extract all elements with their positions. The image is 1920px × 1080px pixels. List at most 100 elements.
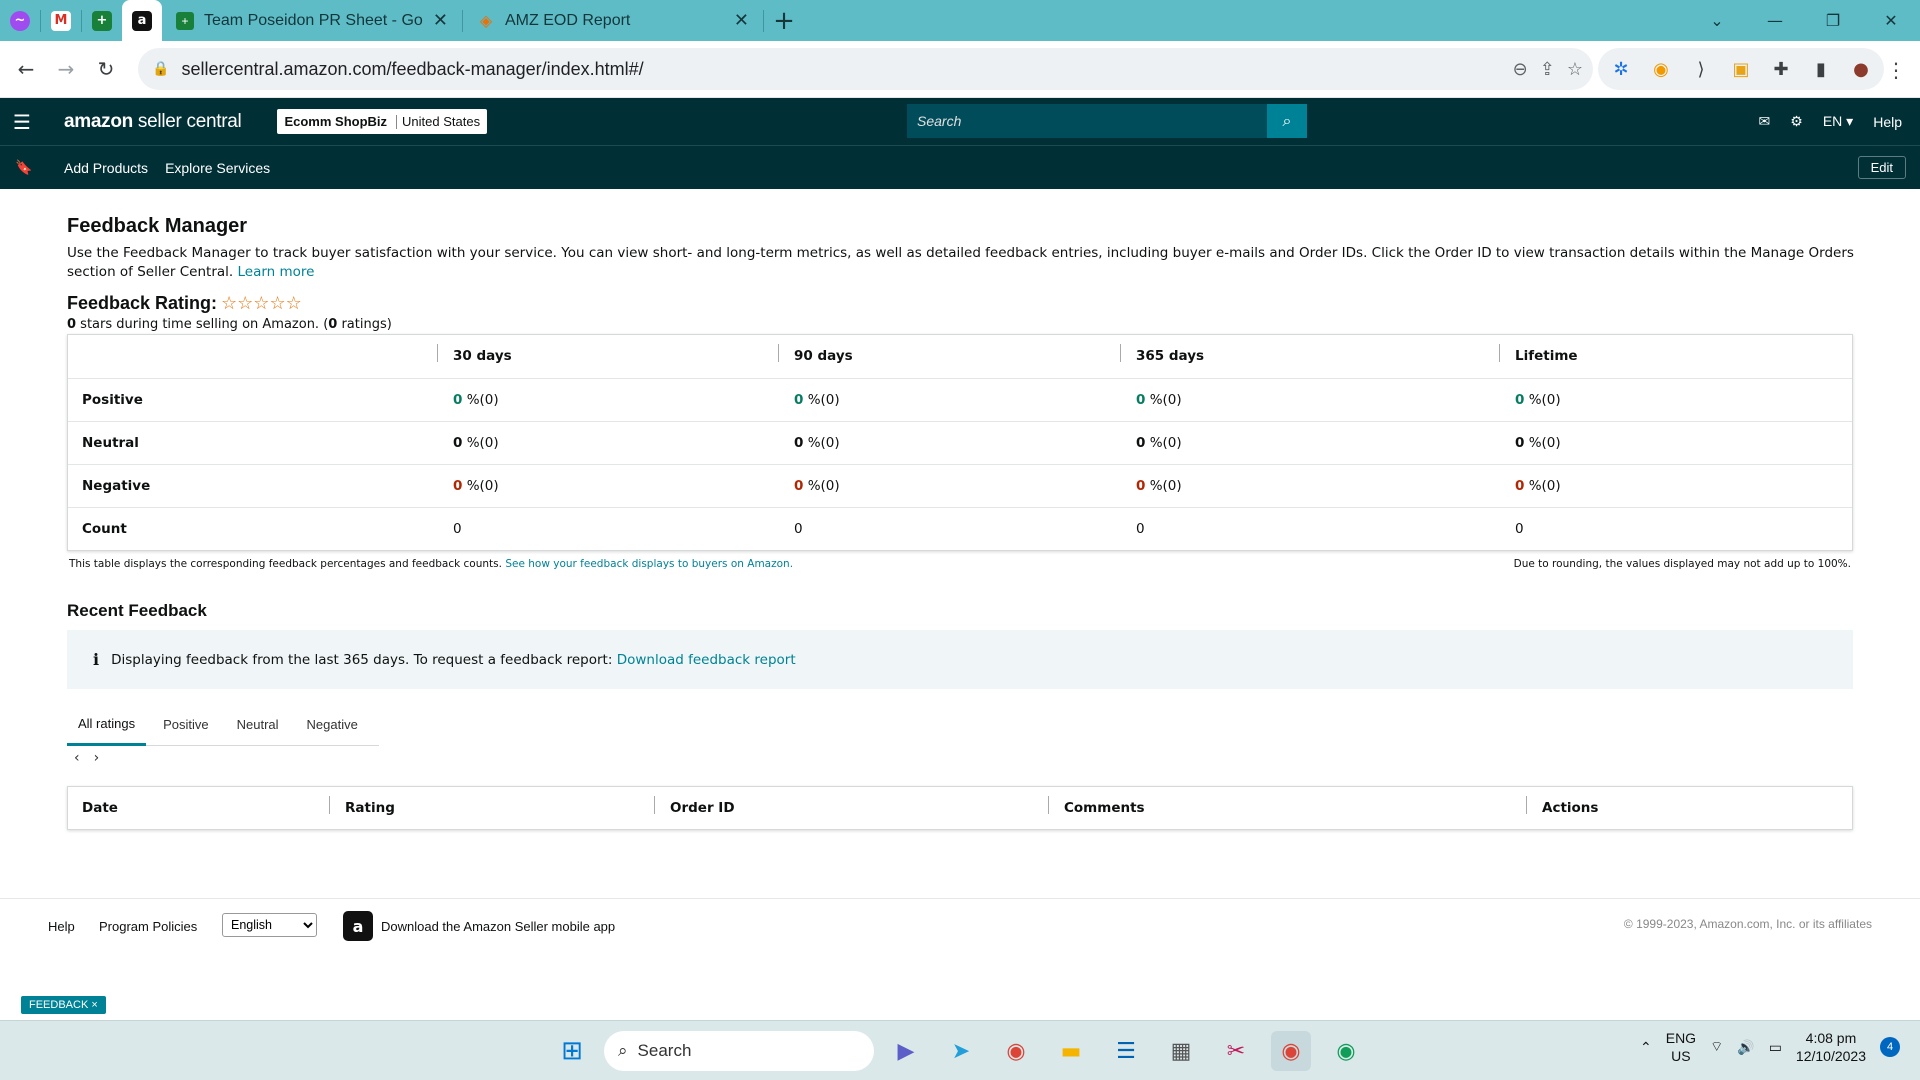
pinned-tab-messenger[interactable]: ~ (0, 0, 40, 41)
seller-central-logo[interactable]: amazon seller central (64, 111, 242, 133)
chevron-left-icon[interactable]: ‹ (74, 750, 80, 766)
tab-separator (763, 9, 764, 32)
search-input[interactable] (907, 104, 1267, 138)
extension-icon[interactable]: ✲ (1608, 59, 1634, 80)
url-text[interactable]: sellercentral.amazon.com/feedback-manage… (181, 59, 643, 80)
chrome-profile-icon[interactable]: ◉ (1271, 1031, 1311, 1071)
share-icon[interactable]: ⇪ (1540, 59, 1555, 80)
metric-value: 0 (1136, 478, 1146, 494)
explore-services-link[interactable]: Explore Services (165, 160, 270, 176)
pinned-tab-gmail[interactable]: M (41, 0, 81, 41)
feedback-display-link[interactable]: See how your feedback displays to buyers… (505, 558, 793, 570)
clock[interactable]: 4:08 pm 12/10/2023 (1796, 1029, 1866, 1065)
restore-button[interactable]: ❐ (1804, 0, 1862, 41)
snipping-tool-icon[interactable]: ✂ (1216, 1031, 1256, 1071)
clock-date: 12/10/2023 (1795, 1048, 1866, 1064)
metric-value: 0 (1136, 521, 1145, 537)
lock-icon[interactable]: 🔒 (152, 61, 169, 77)
edit-button[interactable]: Edit (1857, 156, 1906, 179)
mail-icon[interactable]: ✉ (1759, 113, 1771, 130)
table-note-text: This table displays the corresponding fe… (69, 558, 502, 570)
side-panel-icon[interactable]: ▮ (1808, 59, 1834, 80)
rounding-note: Due to rounding, the values displayed ma… (1513, 558, 1851, 570)
calculator-icon[interactable]: ▦ (1161, 1031, 1201, 1071)
chrome-icon[interactable]: ◉ (996, 1031, 1036, 1071)
metric-cell: 0 %(0) (453, 392, 499, 408)
close-tab-icon[interactable]: ✕ (433, 10, 448, 31)
lang-code: ENG (1665, 1030, 1697, 1046)
add-products-link[interactable]: Add Products (64, 160, 148, 176)
tab-team-poseidon[interactable]: + Team Poseidon PR Sheet - Goog ✕ (162, 0, 462, 41)
address-bar[interactable]: 🔒 sellercentral.amazon.com/feedback-mana… (138, 48, 1593, 90)
close-tab-icon[interactable]: ✕ (734, 10, 749, 31)
puzzle-icon[interactable]: ✚ (1768, 59, 1794, 80)
tab-negative[interactable]: Negative (296, 703, 369, 746)
metric-suffix: %(0) (1145, 392, 1182, 408)
table-header-row: 30 days 90 days 365 days Lifetime (68, 335, 1852, 378)
metric-suffix: %(0) (462, 392, 499, 408)
metric-suffix: %(0) (462, 435, 499, 451)
new-tab-button[interactable]: + (764, 0, 804, 41)
back-icon[interactable]: ← (6, 49, 46, 89)
hamburger-menu-icon[interactable]: ☰ (0, 110, 44, 134)
help-link[interactable]: Help (1873, 114, 1902, 130)
gear-icon[interactable]: ⚙ (1790, 113, 1803, 130)
browser-menu-icon[interactable]: ⋮ (1886, 58, 1906, 82)
pinned-tab-amazon[interactable]: a (122, 0, 162, 41)
close-window-button[interactable]: ✕ (1862, 0, 1920, 41)
wifi-icon[interactable]: ⌔ (1710, 1038, 1723, 1056)
windows-start-icon[interactable]: ⊞ (552, 1031, 592, 1071)
bookmark-star-icon[interactable]: ☆ (1567, 59, 1583, 80)
language-selector[interactable]: EN ▾ (1823, 113, 1853, 130)
tab-amz-eod-report[interactable]: ◈ AMZ EOD Report ✕ (463, 0, 763, 41)
extension-icon[interactable]: ◉ (1648, 59, 1674, 80)
bookmark-icon[interactable]: 🔖 (0, 159, 48, 176)
feedback-tab[interactable]: FEEDBACK × (21, 996, 106, 1014)
download-report-link[interactable]: Download feedback report (617, 652, 796, 668)
metric-cell: 0 %(0) (1515, 435, 1561, 451)
language-indicator[interactable]: ENG US (1666, 1029, 1696, 1065)
volume-icon[interactable]: 🔊 (1737, 1039, 1754, 1056)
metric-suffix: %(0) (1524, 392, 1561, 408)
metric-value: 0 (453, 478, 463, 494)
extension-icon[interactable]: ▣ (1728, 59, 1754, 80)
windows-taskbar: ⊞ ⌕ Search ▶ ➤ ◉ ▬ ☰ ▦ ✂ ◉ ◉ ⌃ ENG US ⌔ 🔊… (0, 1020, 1920, 1080)
program-policies-link[interactable]: Program Policies (99, 919, 197, 934)
forward-icon[interactable]: → (46, 49, 86, 89)
row-label: Count (82, 521, 127, 537)
column-header: 30 days (437, 344, 512, 364)
pinned-tab-sheets[interactable]: + (82, 0, 122, 41)
file-explorer-icon[interactable]: ▬ (1051, 1031, 1091, 1071)
extension-icon[interactable]: ⟩ (1688, 59, 1714, 80)
tab-neutral[interactable]: Neutral (226, 703, 290, 746)
store-region: United States (402, 114, 481, 129)
teams-meet-icon[interactable]: ▶ (886, 1031, 926, 1071)
language-select[interactable]: English (222, 913, 317, 937)
battery-icon[interactable]: ▭ (1769, 1039, 1782, 1056)
chrome-profile-icon[interactable]: ◉ (1326, 1031, 1366, 1071)
learn-more-link[interactable]: Learn more (237, 264, 314, 280)
notepad-icon[interactable]: ☰ (1106, 1031, 1146, 1071)
footer-help-link[interactable]: Help (48, 919, 75, 934)
search-box: ⌕ (907, 104, 1307, 138)
table-row-neutral: Neutral 0 %(0) 0 %(0) 0 %(0) 0 %(0) (68, 421, 1852, 464)
metric-value: 0 (1136, 435, 1146, 451)
metric-value: 0 (794, 435, 804, 451)
tab-positive[interactable]: Positive (152, 703, 220, 746)
tab-search-icon[interactable]: ⌄ (1688, 0, 1746, 41)
tab-all-ratings[interactable]: All ratings (67, 703, 147, 746)
zoom-icon[interactable]: ⊖ (1513, 59, 1528, 80)
mobile-app-text: Download the Amazon Seller mobile app (381, 918, 616, 934)
chevron-up-icon[interactable]: ⌃ (1640, 1039, 1652, 1056)
feedback-rating-heading: Feedback Rating: ☆☆☆☆☆ (67, 293, 302, 314)
notification-badge[interactable]: 4 (1880, 1037, 1900, 1057)
reload-icon[interactable]: ↻ (86, 49, 126, 89)
search-button[interactable]: ⌕ (1267, 104, 1307, 138)
taskbar-search[interactable]: ⌕ Search (604, 1031, 874, 1071)
telegram-icon[interactable]: ➤ (941, 1031, 981, 1071)
minimize-button[interactable]: — (1746, 0, 1804, 41)
mobile-app-link[interactable]: a Download the Amazon Seller mobile app (343, 911, 615, 941)
store-selector[interactable]: Ecomm ShopBiz United States (277, 109, 488, 134)
chevron-right-icon[interactable]: › (94, 750, 100, 766)
profile-avatar[interactable]: ● (1848, 59, 1874, 80)
